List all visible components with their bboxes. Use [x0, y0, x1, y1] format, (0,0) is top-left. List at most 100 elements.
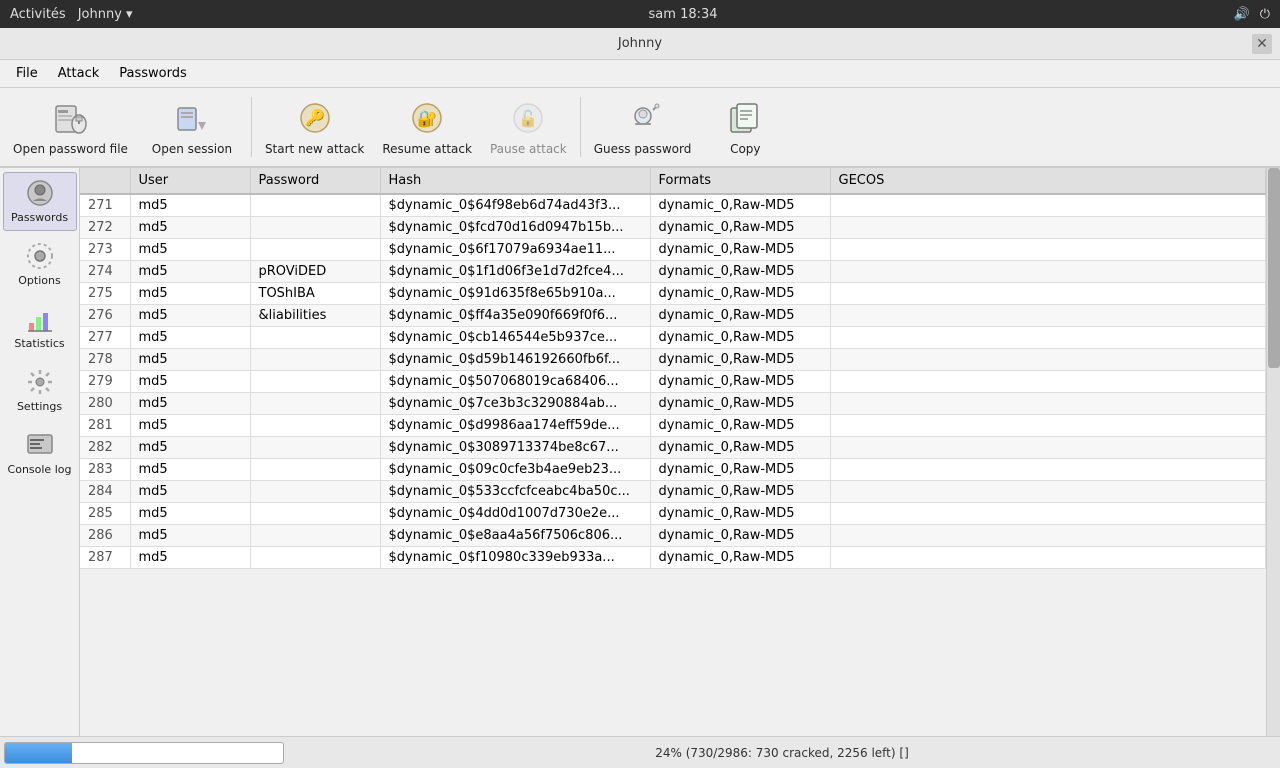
table-row[interactable]: 273 md5 $dynamic_0$6f17079a6934ae11... d…: [80, 239, 1266, 261]
cell-num: 283: [80, 459, 130, 481]
cell-user: md5: [130, 349, 250, 371]
cell-formats: dynamic_0,Raw-MD5: [650, 283, 830, 305]
activities-button[interactable]: Activités: [10, 7, 66, 22]
guess-password-icon: [623, 98, 663, 138]
col-header-formats[interactable]: Formats: [650, 168, 830, 194]
sidebar-item-settings[interactable]: Settings: [3, 361, 77, 420]
menu-attack[interactable]: Attack: [50, 63, 108, 84]
cell-password: [250, 327, 380, 349]
passwords-table: User Password Hash Formats GECOS 271 md5…: [80, 168, 1266, 569]
sidebar-console-log-label: Console log: [8, 463, 72, 476]
console-log-icon: [26, 431, 54, 459]
cell-gecos: [830, 437, 1266, 459]
table-row[interactable]: 285 md5 $dynamic_0$4dd0d1007d730e2e... d…: [80, 503, 1266, 525]
pause-attack-icon: 🔓: [508, 98, 548, 138]
cell-user: md5: [130, 415, 250, 437]
cell-formats: dynamic_0,Raw-MD5: [650, 481, 830, 503]
resume-attack-label: Resume attack: [382, 142, 472, 156]
cell-hash: $dynamic_0$6f17079a6934ae11...: [380, 239, 650, 261]
table-row[interactable]: 279 md5 $dynamic_0$507068019ca68406... d…: [80, 371, 1266, 393]
cell-formats: dynamic_0,Raw-MD5: [650, 525, 830, 547]
cell-password: TOShIBA: [250, 283, 380, 305]
cell-hash: $dynamic_0$533ccfcfceabc4ba50c...: [380, 481, 650, 503]
statistics-icon: [26, 305, 54, 333]
cell-password: &liabilities: [250, 305, 380, 327]
cell-formats: dynamic_0,Raw-MD5: [650, 327, 830, 349]
table-row[interactable]: 278 md5 $dynamic_0$d59b146192660fb6f... …: [80, 349, 1266, 371]
col-header-hash[interactable]: Hash: [380, 168, 650, 194]
guess-password-button[interactable]: Guess password: [585, 90, 701, 164]
table-row[interactable]: 277 md5 $dynamic_0$cb146544e5b937ce... d…: [80, 327, 1266, 349]
table-row[interactable]: 283 md5 $dynamic_0$09c0cfe3b4ae9eb23... …: [80, 459, 1266, 481]
cell-user: md5: [130, 217, 250, 239]
cell-password: [250, 437, 380, 459]
sidebar-item-statistics[interactable]: Statistics: [3, 298, 77, 357]
cell-password: [250, 194, 380, 217]
main-window: Johnny ✕ File Attack Passwords Open pas: [0, 28, 1280, 768]
cell-password: [250, 415, 380, 437]
cell-user: md5: [130, 525, 250, 547]
table-row[interactable]: 286 md5 $dynamic_0$e8aa4a56f7506c806... …: [80, 525, 1266, 547]
menu-file[interactable]: File: [8, 63, 46, 84]
table-row[interactable]: 284 md5 $dynamic_0$533ccfcfceabc4ba50c..…: [80, 481, 1266, 503]
cell-gecos: [830, 459, 1266, 481]
cell-formats: dynamic_0,Raw-MD5: [650, 194, 830, 217]
table-row[interactable]: 280 md5 $dynamic_0$7ce3b3c3290884ab... d…: [80, 393, 1266, 415]
cell-hash: $dynamic_0$09c0cfe3b4ae9eb23...: [380, 459, 650, 481]
svg-text:🔑: 🔑: [305, 108, 325, 127]
sidebar-item-options[interactable]: Options: [3, 235, 77, 294]
pause-attack-button[interactable]: 🔓 Pause attack: [481, 90, 576, 164]
table-row[interactable]: 287 md5 $dynamic_0$f10980c339eb933a... d…: [80, 547, 1266, 569]
col-header-user[interactable]: User: [130, 168, 250, 194]
cell-password: [250, 525, 380, 547]
scrollbar-area[interactable]: [1266, 168, 1280, 736]
start-new-attack-label: Start new attack: [265, 142, 364, 156]
table-row[interactable]: 276 md5 &liabilities $dynamic_0$ff4a35e0…: [80, 305, 1266, 327]
volume-icon[interactable]: 🔊: [1234, 7, 1250, 22]
cell-hash: $dynamic_0$f10980c339eb933a...: [380, 547, 650, 569]
close-button[interactable]: ✕: [1252, 34, 1272, 54]
open-password-file-icon: [50, 98, 90, 138]
sidebar-item-console-log[interactable]: Console log: [3, 424, 77, 483]
cell-hash: $dynamic_0$3089713374be8c67...: [380, 437, 650, 459]
table-row[interactable]: 274 md5 pROViDED $dynamic_0$1f1d06f3e1d7…: [80, 261, 1266, 283]
open-session-button[interactable]: Open session: [137, 90, 247, 164]
system-time: sam 18:34: [649, 7, 718, 22]
col-header-num[interactable]: [80, 168, 130, 194]
cell-hash: $dynamic_0$fcd70d16d0947b15b...: [380, 217, 650, 239]
cell-formats: dynamic_0,Raw-MD5: [650, 305, 830, 327]
table-row[interactable]: 275 md5 TOShIBA $dynamic_0$91d635f8e65b9…: [80, 283, 1266, 305]
cell-num: 285: [80, 503, 130, 525]
col-header-password[interactable]: Password: [250, 168, 380, 194]
progress-bar-fill: [5, 743, 72, 763]
cell-num: 279: [80, 371, 130, 393]
cell-password: [250, 239, 380, 261]
table-row[interactable]: 282 md5 $dynamic_0$3089713374be8c67... d…: [80, 437, 1266, 459]
cell-num: 274: [80, 261, 130, 283]
cell-hash: $dynamic_0$1f1d06f3e1d7d2fce4...: [380, 261, 650, 283]
table-wrapper[interactable]: User Password Hash Formats GECOS 271 md5…: [80, 168, 1266, 736]
passwords-icon: [26, 179, 54, 207]
cell-password: [250, 393, 380, 415]
copy-button[interactable]: Copy: [700, 90, 790, 164]
scrollbar-thumb[interactable]: [1268, 168, 1280, 368]
cell-gecos: [830, 349, 1266, 371]
resume-attack-button[interactable]: 🔐 Resume attack: [373, 90, 481, 164]
open-password-file-button[interactable]: Open password file: [4, 90, 137, 164]
app-menu-button[interactable]: Johnny ▾: [78, 7, 133, 22]
settings-icon: [26, 368, 54, 396]
sidebar-item-passwords[interactable]: Passwords: [3, 172, 77, 231]
power-icon[interactable]: ⏻: [1260, 7, 1270, 22]
copy-label: Copy: [730, 142, 760, 156]
cell-gecos: [830, 327, 1266, 349]
system-bar-left: Activités Johnny ▾: [10, 7, 133, 22]
start-new-attack-button[interactable]: 🔑 Start new attack: [256, 90, 373, 164]
toolbar: Open password file Open session 🔑: [0, 88, 1280, 168]
col-header-gecos[interactable]: GECOS: [830, 168, 1266, 194]
table-row[interactable]: 271 md5 $dynamic_0$64f98eb6d74ad43f3... …: [80, 194, 1266, 217]
sidebar-statistics-label: Statistics: [14, 337, 64, 350]
table-row[interactable]: 281 md5 $dynamic_0$d9986aa174eff59de... …: [80, 415, 1266, 437]
cell-formats: dynamic_0,Raw-MD5: [650, 437, 830, 459]
menu-passwords[interactable]: Passwords: [111, 63, 195, 84]
table-row[interactable]: 272 md5 $dynamic_0$fcd70d16d0947b15b... …: [80, 217, 1266, 239]
